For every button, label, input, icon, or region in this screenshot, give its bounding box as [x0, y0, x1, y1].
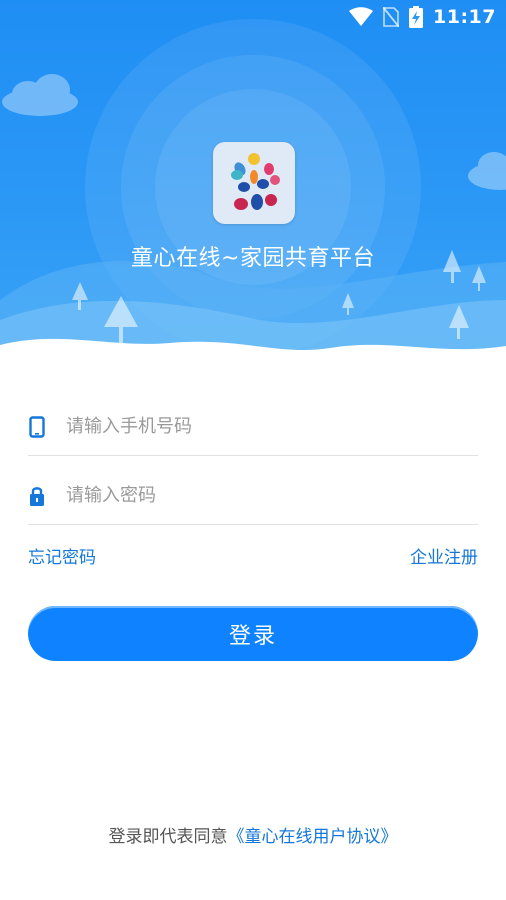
lock-icon	[28, 485, 46, 507]
hero-banner: 11:17 童心在线~家园共育平台	[0, 0, 506, 365]
user-agreement-link[interactable]: 《童心在线用户协议》	[228, 827, 398, 847]
status-time: 11:17	[433, 6, 496, 28]
app-logo-icon	[213, 142, 295, 224]
agreement-prefix: 登录即代表同意	[108, 827, 228, 847]
status-bar: 11:17	[0, 0, 506, 34]
forgot-password-link[interactable]: 忘记密码	[28, 543, 96, 568]
password-input[interactable]	[66, 485, 446, 506]
phone-field[interactable]	[28, 398, 478, 456]
password-field[interactable]	[28, 467, 478, 525]
phone-icon	[28, 415, 46, 438]
app-title: 童心在线~家园共育平台	[131, 246, 375, 271]
phone-input[interactable]	[66, 416, 446, 437]
battery-charging-icon	[409, 6, 424, 28]
wifi-icon	[349, 7, 374, 26]
agreement-text: 登录即代表同意《童心在线用户协议》	[0, 822, 506, 847]
cloud-left	[2, 74, 78, 116]
no-sim-icon	[383, 7, 400, 27]
enterprise-register-link[interactable]: 企业注册	[410, 543, 478, 568]
login-button[interactable]: 登录	[28, 606, 478, 661]
cloud-right	[468, 152, 506, 190]
